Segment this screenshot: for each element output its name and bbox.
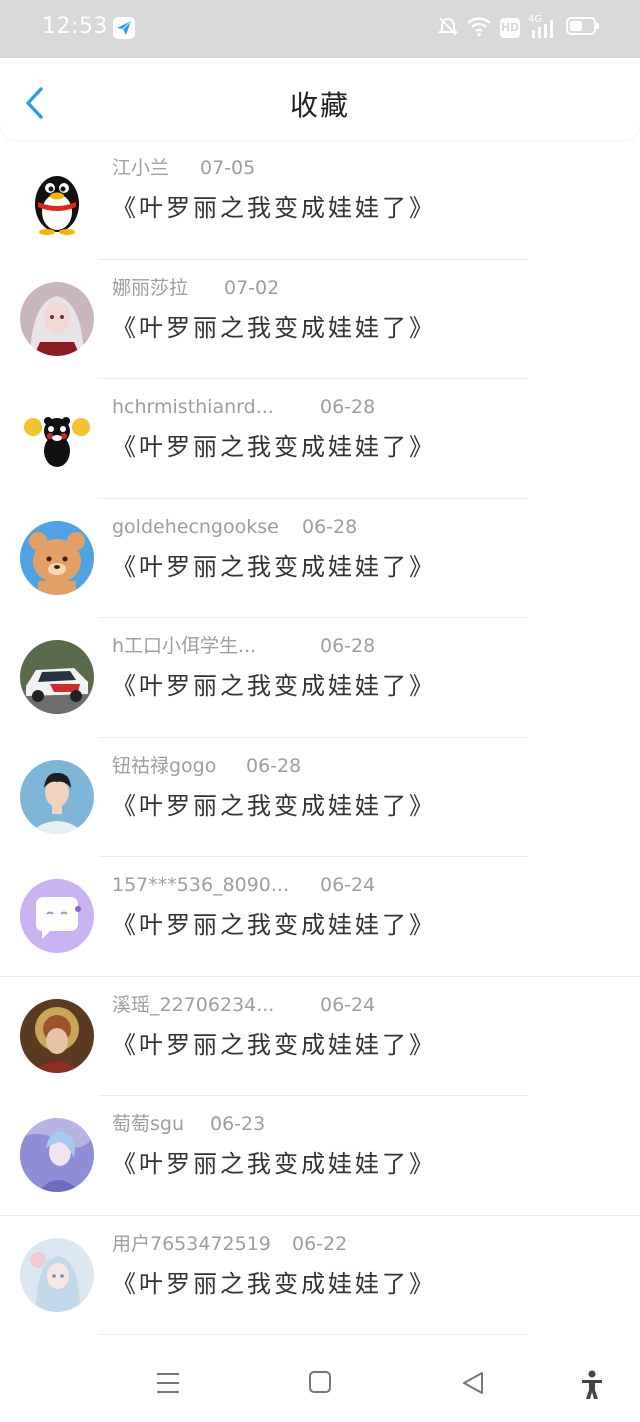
back-triangle-icon <box>463 1372 483 1394</box>
avatar <box>20 520 94 595</box>
anime-girl-avatar-icon <box>20 1237 94 1312</box>
menu-button[interactable] <box>155 1370 181 1400</box>
item-date: 06-23 <box>210 1113 266 1135</box>
back-nav-button[interactable] <box>460 1370 486 1400</box>
list-item[interactable]: 萄萄sgu 06-23 《叶罗丽之我变成娃娃了》 <box>0 1096 640 1216</box>
item-date: 06-22 <box>292 1232 348 1255</box>
item-date: 07-02 <box>224 276 280 299</box>
item-meta: h工口小佴学生... 06-28 <box>112 632 375 660</box>
item-content: 《叶罗丽之我变成娃娃了》 <box>112 791 436 820</box>
user-name: 溪瑶_22706234... <box>112 993 275 1016</box>
accessibility-icon <box>582 1370 602 1399</box>
user-name: 用户7653472519 <box>112 1232 271 1255</box>
list-item[interactable]: h工口小佴学生... 06-28 《叶罗丽之我变成娃娃了》 <box>0 618 640 738</box>
item-meta: goldehecngookse 06-28 <box>112 513 357 541</box>
system-nav-bar <box>0 1342 640 1422</box>
list-item[interactable]: 用户7653472519 06-22 《叶罗丽之我变成娃娃了》 <box>0 1216 640 1335</box>
status-right-icons: HD 4G <box>437 14 600 42</box>
item-date: 06-24 <box>320 874 376 896</box>
anime-art-avatar-icon <box>20 1118 94 1192</box>
app-notification-icon <box>112 16 136 44</box>
signal-icon: 4G <box>528 14 558 40</box>
menu-icon <box>157 1373 179 1393</box>
home-square-icon <box>309 1371 331 1393</box>
user-name: 娜丽莎拉 <box>112 276 189 299</box>
user-name: 157***536_8090... <box>112 874 290 896</box>
hd-badge: HD <box>500 18 520 38</box>
item-date: 06-28 <box>246 754 302 777</box>
list-item[interactable]: goldehecngookse 06-28 《叶罗丽之我变成娃娃了》 <box>0 499 640 618</box>
item-content: 《叶罗丽之我变成娃娃了》 <box>112 313 436 342</box>
accessibility-button[interactable] <box>580 1370 604 1404</box>
item-content: 《叶罗丽之我变成娃娃了》 <box>112 911 436 939</box>
item-date: 06-28 <box>302 515 358 538</box>
item-content: 《叶罗丽之我变成娃娃了》 <box>112 1030 436 1059</box>
item-date: 07-05 <box>200 157 256 179</box>
page-title: 收藏 <box>289 89 350 122</box>
avatar <box>20 640 94 714</box>
item-date: 06-28 <box>320 396 376 418</box>
item-date: 06-24 <box>320 993 376 1016</box>
item-meta: 溪瑶_22706234... 06-24 <box>112 991 375 1019</box>
user-name: hchrmisthianrd... <box>112 396 274 418</box>
battery-icon <box>566 16 600 40</box>
teddy-bear-avatar-icon <box>20 520 94 595</box>
list-item[interactable]: 溪瑶_22706234... 06-24 《叶罗丽之我变成娃娃了》 <box>0 977 640 1096</box>
list-item[interactable]: hchrmisthianrd... 06-28 《叶罗丽之我变成娃娃了》 <box>0 379 640 499</box>
person-photo-avatar-icon <box>20 759 94 834</box>
item-content: 《叶罗丽之我变成娃娃了》 <box>112 194 436 222</box>
item-meta: 用户7653472519 06-22 <box>112 1230 347 1258</box>
list-item[interactable]: 娜丽莎拉 07-02 《叶罗丽之我变成娃娃了》 <box>0 260 640 379</box>
status-time: 12:53 <box>42 14 108 39</box>
avatar <box>20 401 94 475</box>
costume-photo-avatar-icon <box>20 998 94 1073</box>
item-content: 《叶罗丽之我变成娃娃了》 <box>112 1269 436 1298</box>
race-car-avatar-icon <box>20 640 94 714</box>
user-name: 萄萄sgu <box>112 1113 185 1135</box>
chat-bubble-avatar-icon <box>20 879 94 953</box>
divider <box>98 1334 528 1335</box>
user-name: 钮祜禄gogo <box>112 754 217 777</box>
avatar <box>20 759 94 834</box>
status-bar: 12:53 HD 4G <box>0 0 640 58</box>
mute-icon <box>437 15 459 41</box>
wifi-icon <box>466 15 492 41</box>
page-header: 收藏 <box>0 58 640 140</box>
item-content: 《叶罗丽之我变成娃娃了》 <box>112 433 436 461</box>
avatar <box>20 1237 94 1312</box>
item-meta: hchrmisthianrd... 06-28 <box>112 393 375 421</box>
list-item[interactable]: 157***536_8090... 06-24 《叶罗丽之我变成娃娃了》 <box>0 857 640 977</box>
item-meta: 157***536_8090... 06-24 <box>112 871 375 899</box>
list-item[interactable]: 江小兰 07-05 《叶罗丽之我变成娃娃了》 <box>0 140 640 260</box>
bear-mascot-avatar-icon <box>24 417 90 467</box>
list-item[interactable]: 钮祜禄gogo 06-28 《叶罗丽之我变成娃娃了》 <box>0 738 640 857</box>
item-content: 《叶罗丽之我变成娃娃了》 <box>112 552 436 581</box>
user-name: h工口小佴学生... <box>112 635 257 657</box>
favorites-list: 江小兰 07-05 《叶罗丽之我变成娃娃了》 娜丽莎拉 07-02 《叶罗丽之我… <box>0 140 640 1335</box>
item-meta: 江小兰 07-05 <box>112 154 255 182</box>
user-name: goldehecngookse <box>112 515 279 538</box>
penguin-avatar-icon <box>35 176 79 235</box>
user-name: 江小兰 <box>112 157 170 179</box>
avatar <box>20 1118 94 1192</box>
item-content: 《叶罗丽之我变成娃娃了》 <box>112 1150 436 1178</box>
avatar <box>20 162 94 236</box>
anime-girl-avatar-icon <box>20 281 94 356</box>
item-meta: 钮祜禄gogo 06-28 <box>112 752 301 780</box>
item-meta: 娜丽莎拉 07-02 <box>112 274 279 302</box>
item-date: 06-28 <box>320 635 376 657</box>
avatar <box>20 879 94 953</box>
home-button[interactable] <box>308 1370 332 1398</box>
item-meta: 萄萄sgu 06-23 <box>112 1110 265 1138</box>
avatar <box>20 998 94 1073</box>
avatar <box>20 281 94 356</box>
item-content: 《叶罗丽之我变成娃娃了》 <box>112 672 436 700</box>
